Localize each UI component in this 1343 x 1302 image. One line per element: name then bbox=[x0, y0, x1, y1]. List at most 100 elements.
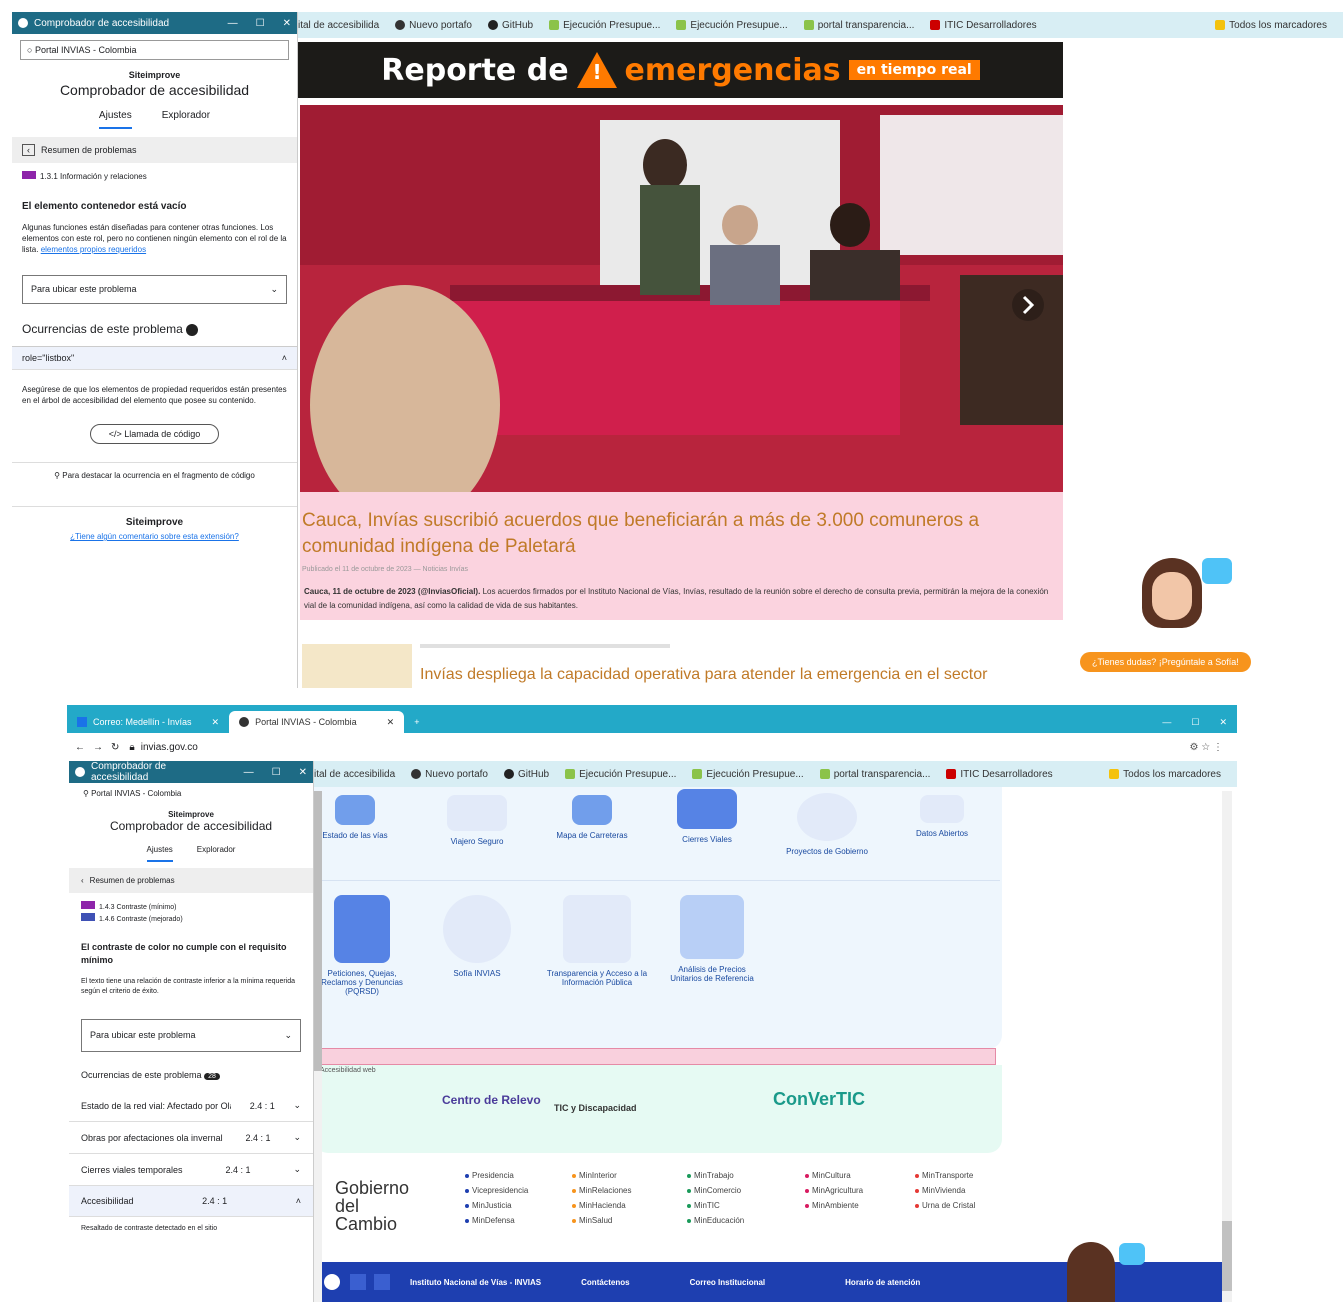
footer-link[interactable]: MinTrabajo bbox=[687, 1168, 744, 1183]
back-icon[interactable]: ‹ bbox=[81, 876, 84, 885]
minimize-icon[interactable]: — bbox=[1152, 711, 1181, 733]
back-label[interactable]: Resumen de problemas bbox=[90, 876, 175, 885]
back-icon[interactable]: ‹ bbox=[22, 144, 35, 156]
assistant-pill[interactable]: ¿Tienes dudas? ¡Pregúntale a Sofía! bbox=[1080, 652, 1251, 672]
footer-link[interactable]: Contáctenos bbox=[581, 1278, 629, 1287]
bookmark-item[interactable]: ITIC Desarrolladores bbox=[930, 20, 1037, 31]
twitter-icon[interactable] bbox=[374, 1274, 390, 1290]
back-label[interactable]: Resumen de problemas bbox=[41, 145, 137, 155]
service-proyectos[interactable]: Proyectos de Gobierno bbox=[777, 793, 877, 856]
footer-link[interactable]: Vicepresidencia bbox=[465, 1183, 528, 1198]
locate-select[interactable]: Para ubicar este problema ⌄ bbox=[22, 275, 287, 304]
logo-convertic[interactable]: ConVerTIC bbox=[773, 1089, 865, 1110]
bookmark-item[interactable]: portal transparencia... bbox=[819, 769, 930, 780]
accessibility-icon[interactable] bbox=[324, 1274, 340, 1290]
bookmark-item[interactable]: portal transparencia... bbox=[803, 20, 914, 31]
occurrence-row[interactable]: Obras por afectaciones ola invernal 2.4 :… bbox=[69, 1122, 313, 1154]
bookmark-item[interactable]: ital de accesibilida bbox=[298, 20, 379, 31]
occurrence-row[interactable]: Estado de la red vial: Afectado por Ola … bbox=[69, 1090, 313, 1122]
footer-link[interactable]: MinHacienda bbox=[572, 1198, 631, 1213]
maximize-icon[interactable]: ☐ bbox=[256, 18, 265, 29]
bookmark-item[interactable]: Ejecución Presupue... bbox=[676, 20, 788, 31]
bookmark-item[interactable]: Nuevo portafo bbox=[395, 20, 472, 31]
news-card[interactable]: Cauca, Invías suscribió acuerdos que ben… bbox=[300, 492, 1063, 620]
bookmark-item[interactable]: GitHub bbox=[504, 769, 549, 780]
service-mapa-carreteras[interactable]: Mapa de Carreteras bbox=[547, 795, 637, 840]
footer-link[interactable]: MinRelaciones bbox=[572, 1183, 631, 1198]
footer-link[interactable]: MinTransporte bbox=[915, 1168, 975, 1183]
news-title[interactable]: Cauca, Invías suscribió acuerdos que ben… bbox=[300, 492, 1063, 560]
footer-link[interactable]: MinDefensa bbox=[465, 1213, 528, 1228]
forward-arrow-icon[interactable]: → bbox=[93, 742, 103, 753]
back-arrow-icon[interactable]: ← bbox=[75, 742, 85, 753]
logo-centro-relevo[interactable]: Centro de Relevo bbox=[442, 1093, 541, 1107]
news-title-2[interactable]: Invías despliega la capacidad operativa … bbox=[420, 666, 987, 684]
browser-tab[interactable]: Correo: Medellín - Invías ✕ bbox=[67, 711, 229, 733]
scrollbar-thumb[interactable] bbox=[1222, 1221, 1232, 1291]
service-transparencia[interactable]: Transparencia y Acceso a la Información … bbox=[542, 895, 652, 987]
assistant-avatar[interactable] bbox=[1067, 1242, 1115, 1302]
footer-link[interactable]: MinEducación bbox=[687, 1213, 744, 1228]
occurrence-row[interactable]: Cierres viales temporales 2.4 : 1 ⌄ bbox=[69, 1154, 313, 1186]
tab-ajustes[interactable]: Ajustes bbox=[146, 845, 173, 862]
service-pqrsd[interactable]: Peticiones, Quejas, Reclamos y Denuncias… bbox=[320, 895, 404, 996]
footer-link[interactable]: MinCultura bbox=[805, 1168, 863, 1183]
bookmark-item[interactable]: Ejecución Presupue... bbox=[692, 769, 804, 780]
close-icon[interactable]: ✕ bbox=[283, 18, 291, 29]
service-viajero-seguro[interactable]: Viajero Seguro bbox=[437, 795, 517, 846]
service-cierres-viales[interactable]: Cierres Viales bbox=[667, 789, 747, 844]
gov-logo[interactable]: Gobierno del Cambio bbox=[335, 1179, 425, 1233]
close-icon[interactable]: ✕ bbox=[212, 717, 220, 728]
service-sofia[interactable]: Sofía INVIAS bbox=[437, 895, 517, 978]
scrollbar-thumb[interactable] bbox=[314, 791, 322, 1071]
footer-link[interactable]: MinComercio bbox=[687, 1183, 744, 1198]
new-tab-icon[interactable]: + bbox=[404, 711, 429, 733]
footer-link[interactable]: MinTIC bbox=[687, 1198, 744, 1213]
help-icon[interactable] bbox=[186, 323, 199, 336]
close-icon[interactable]: ✕ bbox=[387, 717, 395, 728]
footer-link[interactable]: Horario de atención bbox=[845, 1278, 920, 1287]
maximize-icon[interactable]: ☐ bbox=[272, 767, 281, 778]
back-row[interactable]: ‹ Resumen de problemas bbox=[69, 868, 313, 893]
news-card-2[interactable]: Invías despliega la capacidad operativa … bbox=[300, 630, 1063, 688]
footer-link[interactable]: MinInterior bbox=[572, 1168, 631, 1183]
occurrence-row-expanded[interactable]: Accesibilidad 2.4 : 1 ˄ bbox=[69, 1186, 313, 1217]
tab-explorador[interactable]: Explorador bbox=[162, 110, 210, 129]
footer-link[interactable]: Presidencia bbox=[465, 1168, 528, 1183]
emergency-banner[interactable]: Reporte de ! emergencias en tiempo real bbox=[298, 42, 1063, 98]
all-bookmarks[interactable]: Todos los marcadores bbox=[1109, 769, 1221, 780]
footer-link[interactable]: MinSalud bbox=[572, 1213, 631, 1228]
bookmark-item[interactable]: GitHub bbox=[488, 20, 533, 31]
news-photo[interactable] bbox=[300, 105, 1063, 492]
service-apu[interactable]: Análisis de Precios Unitarios de Referen… bbox=[662, 895, 762, 983]
service-estado-vias[interactable]: Estado de las vías bbox=[320, 795, 390, 840]
close-window-icon[interactable]: ✕ bbox=[1209, 711, 1237, 733]
bookmark-item[interactable]: ital de accesibilida bbox=[314, 769, 395, 780]
bookmark-item[interactable]: Ejecución Presupue... bbox=[549, 20, 660, 31]
footer-link[interactable]: Correo Institucional bbox=[690, 1278, 766, 1287]
tab-ajustes[interactable]: Ajustes bbox=[98, 110, 132, 129]
page-scrollbar[interactable] bbox=[1222, 791, 1232, 1302]
footer-link[interactable]: MinJusticia bbox=[465, 1198, 528, 1213]
locate-select[interactable]: Para ubicar este problema ⌄ bbox=[81, 1019, 301, 1052]
back-row[interactable]: ‹ Resumen de problemas bbox=[12, 137, 297, 163]
tab-explorador[interactable]: Explorador bbox=[197, 845, 236, 862]
all-bookmarks[interactable]: Todos los marcadores bbox=[1215, 20, 1327, 31]
chat-bubble-icon[interactable] bbox=[1119, 1243, 1145, 1265]
code-button[interactable]: </> Llamada de código bbox=[89, 424, 220, 444]
footer-link[interactable]: MinVivienda bbox=[915, 1183, 975, 1198]
panel-scrollbar[interactable] bbox=[314, 791, 322, 1302]
reload-icon[interactable]: ↻ bbox=[111, 742, 119, 753]
address-input[interactable]: invias.gov.co bbox=[141, 742, 198, 753]
feedback-link[interactable]: ¿Tiene algún comentario sobre esta exten… bbox=[12, 532, 297, 541]
logo-tic-discapacidad[interactable]: TIC y Discapacidad bbox=[554, 1103, 637, 1113]
bookmark-item[interactable]: Ejecución Presupue... bbox=[565, 769, 676, 780]
chat-bubble-icon[interactable] bbox=[1202, 558, 1232, 584]
close-icon[interactable]: ✕ bbox=[299, 767, 307, 778]
footer-link[interactable]: Urna de Cristal bbox=[915, 1198, 975, 1213]
minimize-icon[interactable]: — bbox=[228, 18, 238, 29]
rule-header-row[interactable]: role="listbox" ˄ bbox=[12, 346, 297, 370]
issue-link[interactable]: elementos propios requeridos bbox=[41, 245, 146, 254]
footer-link[interactable]: MinAgricultura bbox=[805, 1183, 863, 1198]
toolbar-icons[interactable]: ⚙ ☆ ⋮ bbox=[1190, 742, 1224, 753]
